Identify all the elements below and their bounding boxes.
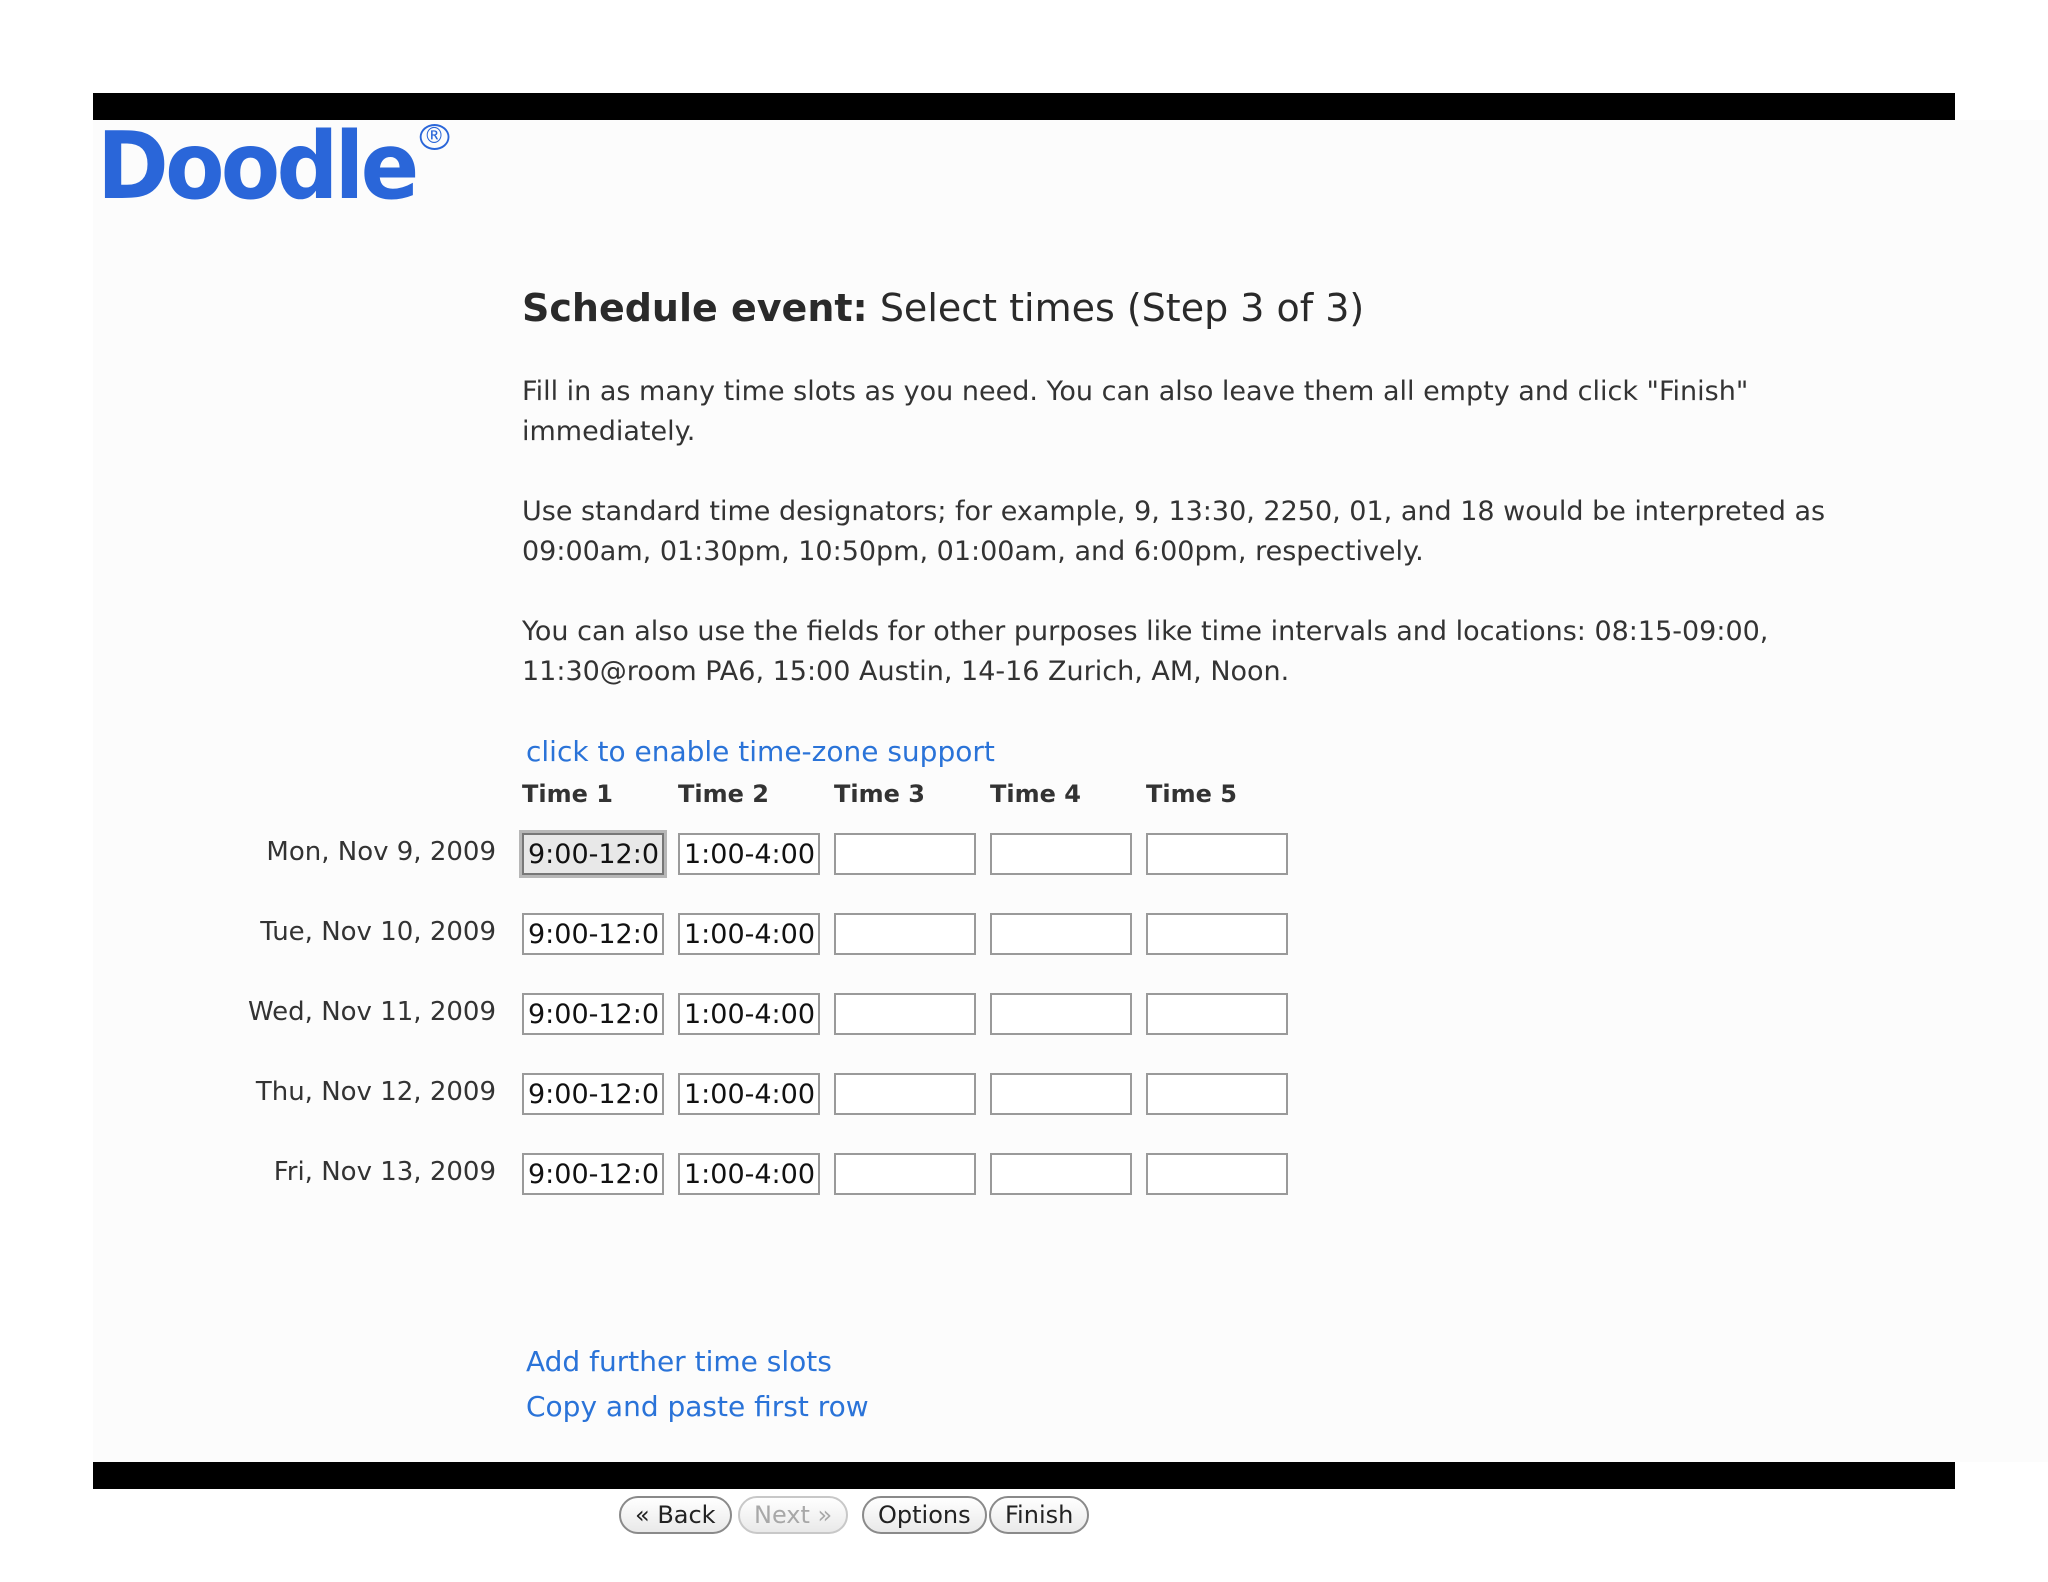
instruction-other-purposes: You can also use the fields for other pu… (522, 616, 1769, 687)
time-slot-input[interactable] (1146, 1073, 1288, 1115)
row-date-label: Tue, Nov 10, 2009 (260, 917, 496, 947)
time-slot-input[interactable] (678, 913, 820, 955)
instruction-time-designators: Use standard time designators; for examp… (522, 496, 1826, 567)
column-header-time-2: Time 2 (678, 780, 769, 808)
time-slot-input[interactable] (522, 913, 664, 955)
next-button[interactable]: Next » (738, 1496, 849, 1534)
time-slot-input[interactable] (522, 1153, 664, 1195)
back-button[interactable]: « Back (619, 1496, 732, 1534)
time-slot-input[interactable] (1146, 1153, 1288, 1195)
row-date-label: Wed, Nov 11, 2009 (247, 997, 496, 1027)
bottom-black-bar (93, 1462, 1955, 1489)
time-slot-input[interactable] (678, 1073, 820, 1115)
time-slot-input[interactable] (834, 1073, 976, 1115)
time-slot-input[interactable] (834, 993, 976, 1035)
row-date-label: Fri, Nov 13, 2009 (273, 1157, 496, 1187)
enable-timezone-link[interactable]: click to enable time-zone support (526, 735, 995, 768)
time-slot-input[interactable] (990, 1073, 1132, 1115)
registered-mark: ® (419, 124, 450, 150)
time-slot-input[interactable] (990, 833, 1132, 875)
time-slot-input[interactable] (678, 993, 820, 1035)
time-slot-input[interactable] (678, 1153, 820, 1195)
time-slot-input[interactable] (990, 993, 1132, 1035)
time-slot-input[interactable] (678, 833, 820, 875)
time-slot-input[interactable] (1146, 833, 1288, 875)
time-slot-input[interactable] (522, 833, 664, 875)
page-title-step: Select times (Step 3 of 3) (867, 286, 1365, 330)
time-slot-input[interactable] (990, 1153, 1132, 1195)
column-header-time-1: Time 1 (522, 780, 613, 808)
time-slot-input[interactable] (834, 833, 976, 875)
time-slot-input[interactable] (834, 913, 976, 955)
row-date-label: Mon, Nov 9, 2009 (266, 837, 496, 867)
add-time-slots-link[interactable]: Add further time slots (526, 1345, 832, 1378)
time-slot-input[interactable] (522, 993, 664, 1035)
doodle-page: Doodle ® Schedule event: Select times (St… (93, 120, 2048, 1534)
time-slot-input[interactable] (834, 1153, 976, 1195)
column-header-time-5: Time 5 (1146, 780, 1237, 808)
options-button[interactable]: Options (862, 1496, 987, 1534)
time-slot-input[interactable] (1146, 913, 1288, 955)
finish-button[interactable]: Finish (989, 1496, 1090, 1534)
time-slot-input[interactable] (1146, 993, 1288, 1035)
column-header-time-4: Time 4 (990, 780, 1081, 808)
time-slot-input[interactable] (990, 913, 1132, 955)
row-date-label: Thu, Nov 12, 2009 (255, 1077, 496, 1107)
page-title-bold: Schedule event: (522, 286, 868, 330)
copy-first-row-link[interactable]: Copy and paste first row (526, 1390, 869, 1423)
instruction-fill-slots: Fill in as many time slots as you need. … (522, 376, 1749, 447)
logo-text: Doodle (97, 112, 419, 220)
doodle-logo[interactable]: Doodle ® (97, 120, 450, 213)
slide-frame: Doodle ® Schedule event: Select times (St… (0, 0, 2048, 1582)
column-header-time-3: Time 3 (834, 780, 925, 808)
page-title: Schedule event: Select times (Step 3 of … (522, 286, 1364, 330)
time-slot-input[interactable] (522, 1073, 664, 1115)
